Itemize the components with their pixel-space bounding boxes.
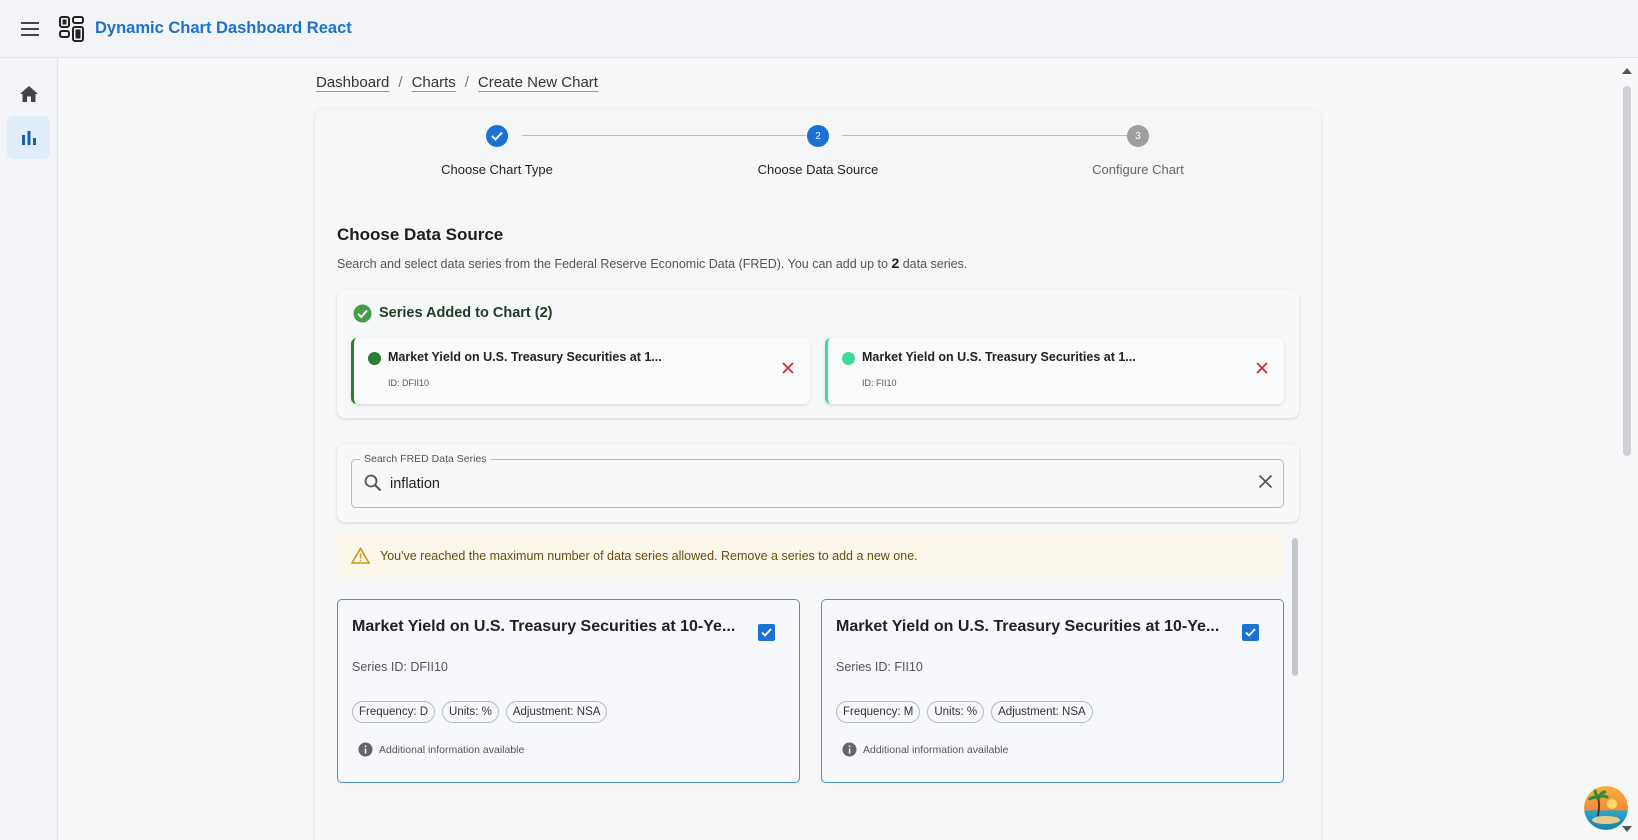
result-tags: Frequency: D Units: % Adjustment: NSA xyxy=(352,701,608,723)
hamburger-menu-icon xyxy=(21,21,39,36)
series-name: Market Yield on U.S. Treasury Securities… xyxy=(862,350,1136,364)
breadcrumb-dashboard[interactable]: Dashboard xyxy=(316,74,389,91)
added-series-item: Market Yield on U.S. Treasury Securities… xyxy=(825,338,1284,404)
section-description-suffix: data series. xyxy=(899,257,968,271)
units-chip: Units: % xyxy=(442,701,499,723)
checkbox-checked-icon xyxy=(761,628,772,637)
step-connector xyxy=(842,135,1127,136)
result-info: Additional information available xyxy=(842,742,1008,757)
result-info: Additional information available xyxy=(358,742,524,757)
search-field-label: Search FRED Data Series xyxy=(360,453,491,465)
result-title: Market Yield on U.S. Treasury Securities… xyxy=(352,618,736,635)
nav-home[interactable] xyxy=(7,72,50,115)
page-scrollbar-thumb[interactable] xyxy=(1623,86,1631,456)
step-2-indicator: 2 xyxy=(807,125,829,147)
result-card[interactable]: Market Yield on U.S. Treasury Securities… xyxy=(337,599,800,783)
step-connector xyxy=(522,135,806,136)
page-scrollbar[interactable] xyxy=(1620,62,1634,840)
remove-series-close-icon[interactable] xyxy=(782,362,794,374)
step-3-label: Configure Chart xyxy=(1092,162,1184,177)
scroll-down-arrow-icon[interactable] xyxy=(1620,824,1634,834)
nav-charts[interactable] xyxy=(7,116,50,159)
info-icon xyxy=(358,742,373,757)
menu-button[interactable] xyxy=(15,14,45,44)
search-results: You've reached the maximum number of dat… xyxy=(337,534,1299,840)
units-chip: Units: % xyxy=(927,701,985,723)
search-icon xyxy=(364,474,382,492)
info-text: Additional information available xyxy=(863,743,1009,756)
step-3-indicator: 3 xyxy=(1127,125,1149,147)
result-checkbox[interactable] xyxy=(1242,624,1259,641)
breadcrumb-charts[interactable]: Charts xyxy=(412,74,456,91)
app-title[interactable]: Dynamic Chart Dashboard React xyxy=(95,19,352,38)
search-panel: Search FRED Data Series xyxy=(337,444,1299,522)
step-1-completed-indicator xyxy=(486,125,508,147)
remove-series-close-icon[interactable] xyxy=(1256,362,1268,374)
bar-chart-icon xyxy=(21,130,36,145)
floating-avatar[interactable] xyxy=(1584,786,1628,830)
adjustment-chip: Adjustment: NSA xyxy=(505,701,608,723)
result-tags: Frequency: M Units: % Adjustment: NSA xyxy=(836,701,1093,723)
section-title: Choose Data Source xyxy=(337,225,504,244)
result-checkbox[interactable] xyxy=(758,624,775,641)
home-icon xyxy=(19,85,38,102)
series-color-dot xyxy=(368,352,381,365)
beach-avatar-icon xyxy=(1584,786,1628,830)
checkbox-checked-icon xyxy=(1245,628,1256,637)
adjustment-chip: Adjustment: NSA xyxy=(991,701,1093,723)
breadcrumb-separator: / xyxy=(464,74,469,91)
stepper: 2 3 Choose Chart Type Choose Data Source… xyxy=(315,109,1321,199)
result-card[interactable]: Market Yield on U.S. Treasury Securities… xyxy=(821,599,1284,783)
added-series-title: Series Added to Chart (2) xyxy=(379,305,553,321)
results-scrollbar-thumb[interactable] xyxy=(1292,538,1298,676)
series-id: ID: DFII10 xyxy=(388,378,430,388)
result-series-id: Series ID: DFII10 xyxy=(352,660,448,674)
series-name: Market Yield on U.S. Treasury Securities… xyxy=(388,350,662,364)
app-logo-icon xyxy=(59,15,84,42)
added-series-panel: Series Added to Chart (2) Market Yield o… xyxy=(337,290,1299,418)
series-color-dot xyxy=(842,352,855,365)
warning-icon xyxy=(351,547,370,564)
added-series-item: Market Yield on U.S. Treasury Securities… xyxy=(351,338,810,404)
max-series-warning: You've reached the maximum number of dat… xyxy=(337,534,1283,578)
results-scrollbar[interactable] xyxy=(1292,534,1298,840)
warning-text: You've reached the maximum number of dat… xyxy=(380,549,918,563)
section-description: Search and select data series from the F… xyxy=(337,255,967,271)
checkmark-icon xyxy=(491,131,503,141)
info-text: Additional information available xyxy=(379,743,525,756)
breadcrumb-create-new-chart[interactable]: Create New Chart xyxy=(478,74,598,91)
breadcrumb: Dashboard / Charts / Create New Chart xyxy=(316,74,598,91)
info-icon xyxy=(842,742,857,757)
series-id: ID: FII10 xyxy=(862,378,897,388)
scroll-up-arrow-icon[interactable] xyxy=(1620,66,1634,76)
main-content: Dashboard / Charts / Create New Chart 2 … xyxy=(59,59,1615,840)
clear-search-close-icon[interactable] xyxy=(1258,474,1273,489)
frequency-chip: Frequency: D xyxy=(352,701,436,723)
create-chart-card: 2 3 Choose Chart Type Choose Data Source… xyxy=(315,109,1321,840)
result-series-id: Series ID: FII10 xyxy=(836,660,923,674)
step-1-label: Choose Chart Type xyxy=(441,162,553,177)
search-input[interactable] xyxy=(390,473,1230,495)
side-navigation xyxy=(0,58,58,840)
section-description-text: Search and select data series from the F… xyxy=(337,257,892,271)
app-bar: Dynamic Chart Dashboard React xyxy=(0,0,1638,58)
frequency-chip: Frequency: M xyxy=(836,701,921,723)
search-field[interactable]: Search FRED Data Series xyxy=(351,453,1284,508)
result-title: Market Yield on U.S. Treasury Securities… xyxy=(836,618,1220,635)
step-2-label: Choose Data Source xyxy=(757,162,879,177)
check-circle-icon xyxy=(353,304,372,323)
breadcrumb-separator: / xyxy=(398,74,403,91)
